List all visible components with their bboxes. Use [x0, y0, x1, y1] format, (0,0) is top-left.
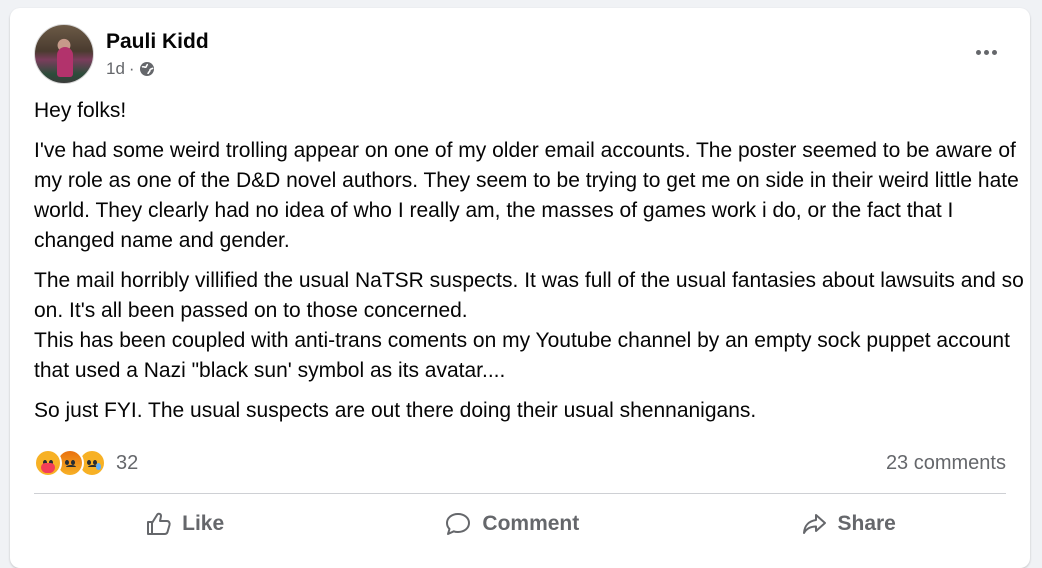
- comment-button[interactable]: Comment: [432, 506, 591, 542]
- care-emoji-icon: [34, 449, 62, 477]
- post-stats: 32 23 comments: [34, 448, 1006, 478]
- more-dot-icon: [983, 49, 989, 55]
- comment-icon: [446, 513, 471, 535]
- divider: [34, 493, 1006, 494]
- reaction-count[interactable]: 32: [116, 452, 138, 475]
- post-actions: Like Comment Share: [34, 504, 1006, 544]
- post-time[interactable]: 1d: [106, 59, 125, 79]
- post-paragraph: Hey folks!: [34, 99, 127, 122]
- post-subline: 1d ·: [106, 59, 209, 79]
- globe-icon[interactable]: [139, 61, 155, 77]
- post-paragraph: The mail horribly villified the usual Na…: [34, 269, 1024, 322]
- thumbs-up-icon: [147, 512, 171, 535]
- share-icon: [802, 514, 826, 534]
- like-label: Like: [182, 512, 225, 535]
- like-button[interactable]: Like: [132, 506, 236, 542]
- post-meta: Pauli Kidd 1d ·: [106, 29, 209, 79]
- share-label: Share: [837, 512, 896, 535]
- post-header: Pauli Kidd 1d ·: [34, 24, 209, 84]
- author-name[interactable]: Pauli Kidd: [106, 29, 209, 55]
- comment-label: Comment: [482, 512, 580, 535]
- share-button[interactable]: Share: [788, 506, 908, 542]
- reactions-summary[interactable]: 32: [34, 449, 138, 477]
- post-paragraph: So just FYI. The usual suspects are out …: [34, 399, 757, 422]
- comments-count-link[interactable]: 23 comments: [886, 452, 1006, 475]
- post-paragraph: I've had some weird trolling appear on o…: [34, 139, 1019, 252]
- post-body: Hey folks! I've had some weird trolling …: [34, 96, 1024, 436]
- more-dot-icon: [991, 49, 997, 55]
- post-card: Pauli Kidd 1d · Hey folks! I've had some…: [10, 8, 1030, 568]
- more-options-button[interactable]: [968, 42, 1004, 62]
- more-dot-icon: [975, 49, 981, 55]
- post-paragraph: This has been coupled with anti-trans co…: [34, 329, 1010, 382]
- author-avatar[interactable]: [34, 24, 94, 84]
- separator-dot: ·: [128, 59, 135, 78]
